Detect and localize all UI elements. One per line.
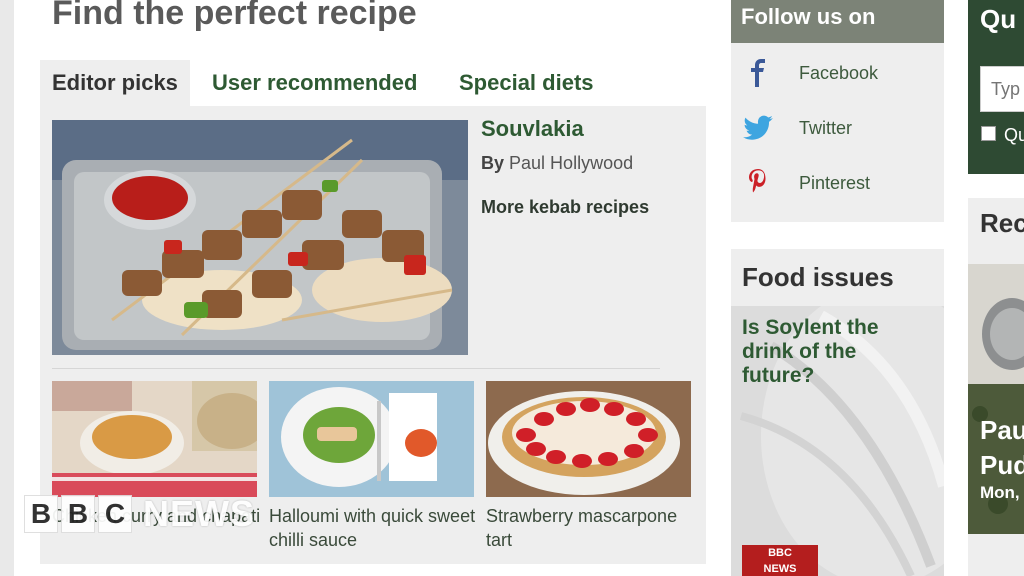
social-label-twitter: Twitter bbox=[799, 117, 853, 138]
recommended-date: Mon, bbox=[980, 483, 1020, 502]
tab-editor-picks[interactable]: Editor picks bbox=[40, 60, 190, 106]
facebook-icon bbox=[742, 58, 774, 88]
thumbnail-caption-halloumi[interactable]: Halloumi with quick sweet chilli sauce bbox=[269, 504, 479, 552]
page-title: Find the perfect recipe bbox=[52, 0, 417, 32]
divider bbox=[52, 368, 660, 369]
bbc-letter: C bbox=[98, 495, 132, 533]
social-label-facebook: Facebook bbox=[799, 62, 879, 83]
social-label-pinterest: Pinterest bbox=[799, 172, 871, 193]
bbc-letter: B bbox=[24, 495, 58, 533]
food-issues-title: Food issues bbox=[742, 262, 894, 292]
food-issues-article-link[interactable]: Is Soylent the drink of the future? bbox=[742, 316, 932, 388]
recommended-title: Rec bbox=[980, 208, 1024, 238]
quick-search-title: Qu bbox=[980, 4, 1017, 34]
bbc-news-badge-line1: BBC bbox=[768, 547, 792, 559]
tab-special-diets[interactable]: Special diets bbox=[447, 60, 606, 106]
author-name[interactable]: Paul Hollywood bbox=[509, 153, 633, 173]
tab-user-recommended[interactable]: User recommended bbox=[200, 60, 429, 106]
pinterest-icon bbox=[742, 168, 774, 198]
bbc-news-badge: BBC NEWS bbox=[742, 545, 818, 576]
quick-search-checkbox-label: Qu bbox=[1004, 125, 1024, 145]
follow-us-title: Follow us on bbox=[741, 4, 876, 29]
quick-search-checkbox[interactable] bbox=[981, 126, 996, 141]
social-link-facebook[interactable]: Facebook bbox=[742, 58, 878, 88]
quick-search-input[interactable] bbox=[980, 66, 1024, 112]
thumbnail-halloumi[interactable] bbox=[269, 381, 474, 497]
thumbnail-strawberry-tart[interactable] bbox=[486, 381, 691, 497]
social-link-twitter[interactable]: Twitter bbox=[742, 113, 852, 143]
recommended-caption-line1[interactable]: Pau bbox=[980, 415, 1024, 446]
bbc-letter: B bbox=[61, 495, 95, 533]
news-wordmark: NEWS bbox=[143, 493, 255, 534]
twitter-icon bbox=[742, 113, 774, 143]
featured-recipe-title[interactable]: Souvlakia bbox=[481, 116, 584, 142]
thumbnail-caption-strawberry-tart[interactable]: Strawberry mascarpone tart bbox=[486, 504, 696, 552]
social-link-pinterest[interactable]: Pinterest bbox=[742, 168, 870, 198]
author-prefix: By bbox=[481, 153, 505, 173]
more-kebab-recipes-link[interactable]: More kebab recipes bbox=[481, 197, 649, 218]
recommended-caption-line2[interactable]: Pud bbox=[980, 450, 1024, 481]
thumbnail-chicken-curry[interactable] bbox=[52, 381, 257, 497]
featured-recipe-author: By Paul Hollywood bbox=[481, 153, 633, 174]
bbc-news-watermark: B B C NEWS bbox=[24, 493, 255, 534]
bbc-news-badge-line2: NEWS bbox=[763, 563, 797, 575]
featured-recipe-image[interactable] bbox=[52, 120, 468, 355]
